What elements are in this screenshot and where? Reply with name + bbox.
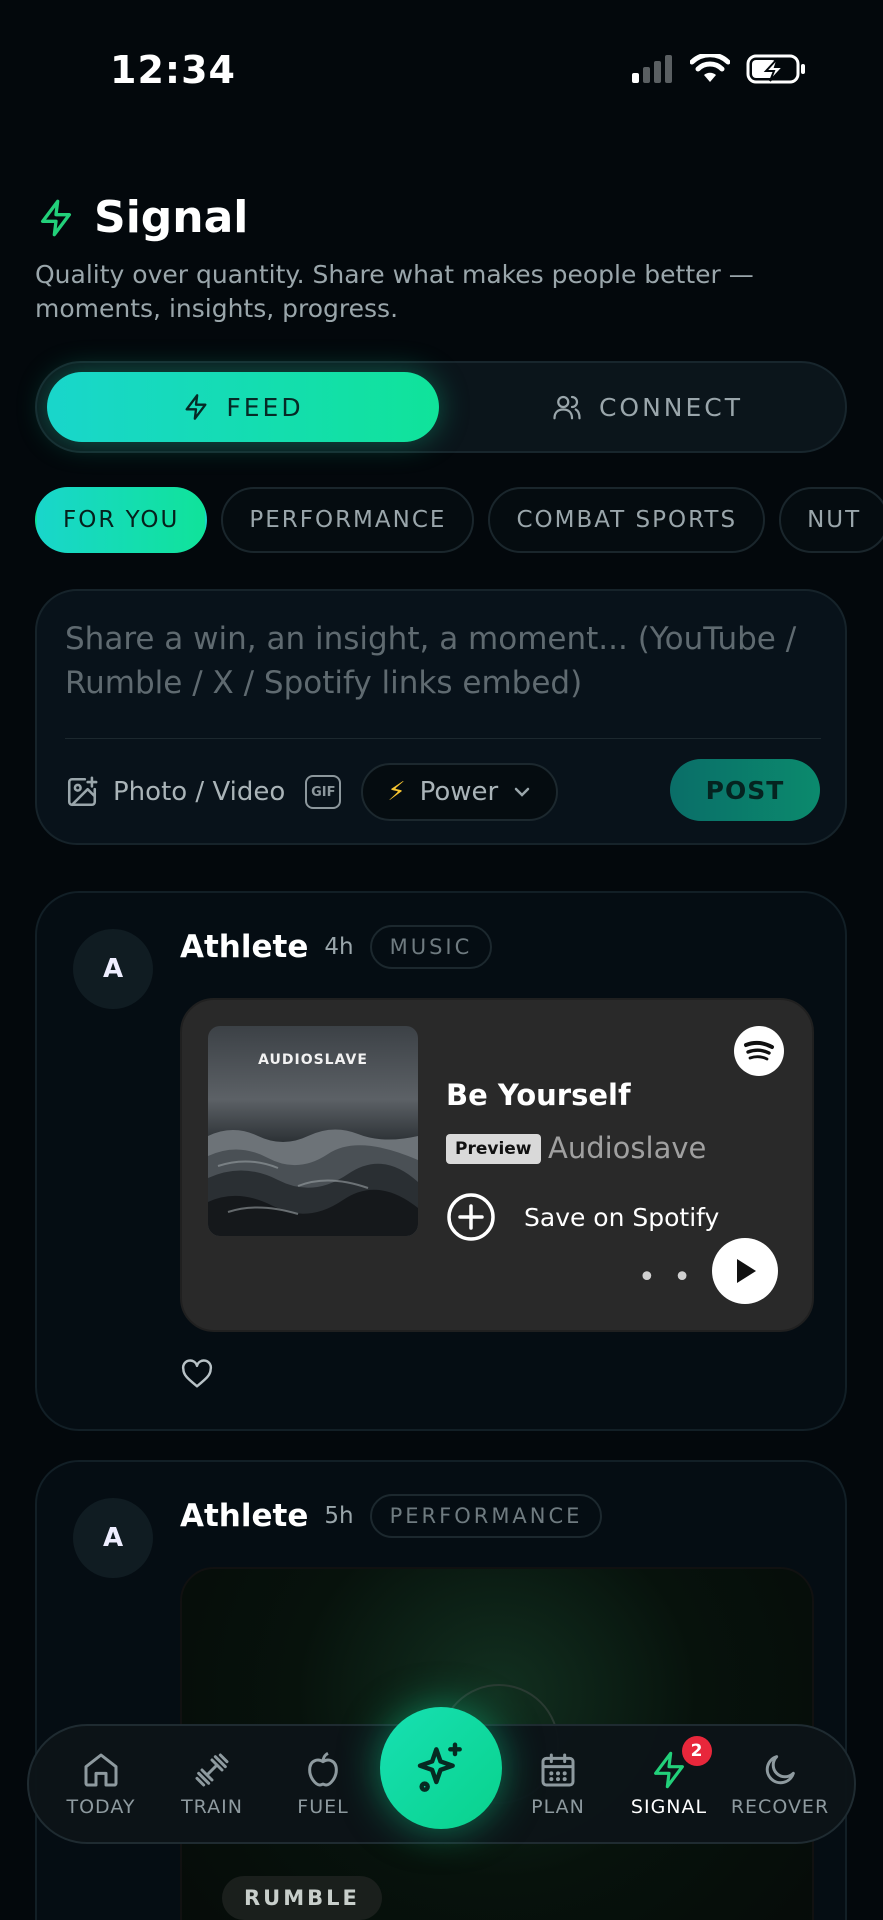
tab-connect[interactable]: CONNECT bbox=[477, 372, 817, 442]
post-tag: PERFORMANCE bbox=[369, 1494, 603, 1538]
bolt-icon bbox=[185, 394, 207, 420]
post-tag: MUSIC bbox=[369, 925, 493, 969]
chip-combat-sports[interactable]: COMBAT SPORTS bbox=[488, 487, 766, 553]
nav-plan-label: PLAN bbox=[531, 1796, 585, 1818]
home-icon bbox=[84, 1753, 118, 1787]
moon-icon bbox=[765, 1755, 795, 1785]
tab-connect-label: CONNECT bbox=[598, 392, 744, 422]
calendar-icon bbox=[541, 1753, 575, 1787]
composer-tools: Photo / Video GIF ⚡ Power bbox=[65, 761, 559, 823]
spotify-embed[interactable]: AUDIOSLAVE Be Yourself Preview Audioslav… bbox=[180, 998, 814, 1332]
chevron-down-icon bbox=[514, 787, 530, 797]
nav-signal-label: SIGNAL bbox=[630, 1796, 708, 1818]
signal-strength-icon bbox=[632, 55, 672, 83]
page-subtitle: Quality over quantity. Share what makes … bbox=[35, 260, 754, 323]
chip-for-you[interactable]: FOR YOU bbox=[35, 487, 208, 553]
play-icon bbox=[737, 1259, 756, 1283]
users-icon bbox=[553, 395, 581, 420]
post-button[interactable]: POST bbox=[670, 759, 820, 821]
avatar[interactable]: A bbox=[73, 1498, 153, 1578]
post-meta: Athlete 4h MUSIC bbox=[180, 925, 493, 969]
post-author[interactable]: Athlete bbox=[180, 1498, 308, 1534]
wifi-icon bbox=[690, 54, 730, 82]
lightning-emoji-icon: ⚡ bbox=[387, 777, 406, 807]
nav-today[interactable]: TODAY bbox=[46, 1724, 156, 1844]
nav-signal[interactable]: SIGNAL 2 bbox=[614, 1724, 724, 1844]
post-composer: Share a win, an insight, a moment... (Yo… bbox=[35, 589, 847, 845]
post-card: A Athlete 4h MUSIC AUDIOSLAVE Be Yoursel… bbox=[35, 891, 847, 1431]
nav-plan[interactable]: PLAN bbox=[503, 1724, 613, 1844]
chip-nutrition[interactable]: NUT bbox=[779, 487, 883, 553]
nav-recover[interactable]: RECOVER bbox=[725, 1724, 835, 1844]
status-time: 12:34 bbox=[110, 48, 236, 92]
feed-connect-toggle: FEED CONNECT bbox=[35, 361, 847, 453]
nav-today-label: TODAY bbox=[66, 1796, 136, 1818]
ocean-waves-image bbox=[208, 1129, 418, 1236]
bolt-icon bbox=[41, 199, 72, 236]
category-chips: FOR YOU PERFORMANCE COMBAT SPORTS NUT bbox=[35, 487, 883, 553]
album-text: AUDIOSLAVE bbox=[258, 1052, 368, 1068]
post-author[interactable]: Athlete bbox=[180, 929, 308, 965]
play-button[interactable] bbox=[712, 1238, 778, 1304]
nav-recover-label: RECOVER bbox=[730, 1796, 830, 1818]
avatar[interactable]: A bbox=[73, 929, 153, 1009]
post-meta: Athlete 5h PERFORMANCE bbox=[180, 1494, 603, 1538]
power-label: Power bbox=[419, 777, 499, 807]
nav-fuel[interactable]: FUEL bbox=[268, 1724, 378, 1844]
rumble-source-badge: RUMBLE bbox=[222, 1876, 382, 1920]
sparkles-icon bbox=[417, 1742, 462, 1792]
notification-badge: 2 bbox=[682, 1736, 712, 1766]
post-card: A Athlete 5h PERFORMANCE RUMBLE bbox=[35, 1460, 847, 1920]
spotify-logo-icon[interactable] bbox=[734, 1026, 784, 1076]
battery-charging-icon bbox=[746, 54, 805, 84]
image-add-icon bbox=[67, 776, 98, 807]
page-header: Signal bbox=[36, 192, 248, 243]
composer-input[interactable]: Share a win, an insight, a moment... (Yo… bbox=[65, 617, 825, 705]
nav-train-label: TRAIN bbox=[181, 1796, 243, 1818]
photo-video-button[interactable]: Photo / Video bbox=[65, 775, 285, 809]
photo-video-label: Photo / Video bbox=[113, 777, 286, 807]
save-on-spotify-label: Save on Spotify bbox=[524, 1202, 720, 1232]
album-art: AUDIOSLAVE bbox=[208, 1026, 418, 1236]
tab-feed-label: FEED bbox=[226, 392, 304, 422]
dumbbell-icon bbox=[195, 1753, 229, 1787]
tab-feed[interactable]: FEED bbox=[47, 372, 439, 442]
song-title: Be Yourself bbox=[446, 1078, 631, 1112]
gif-button[interactable]: GIF bbox=[305, 775, 342, 809]
apple-icon bbox=[308, 1751, 338, 1787]
nav-train[interactable]: TRAIN bbox=[157, 1724, 267, 1844]
nav-fuel-label: FUEL bbox=[297, 1796, 349, 1818]
preview-badge: Preview bbox=[446, 1134, 541, 1164]
chip-performance[interactable]: PERFORMANCE bbox=[221, 487, 475, 553]
post-time: 5h bbox=[324, 1503, 354, 1529]
page-title: Signal bbox=[94, 192, 249, 243]
composer-divider bbox=[65, 738, 821, 739]
plus-circle-icon bbox=[447, 1193, 495, 1241]
ai-sparkle-button[interactable] bbox=[380, 1707, 502, 1829]
status-icons bbox=[630, 54, 806, 84]
artist-name[interactable]: Audioslave bbox=[548, 1131, 706, 1165]
post-time: 4h bbox=[324, 934, 354, 960]
power-dropdown[interactable]: ⚡ Power bbox=[361, 763, 559, 821]
save-on-spotify-button[interactable]: Save on Spotify bbox=[446, 1192, 719, 1242]
heart-icon[interactable] bbox=[180, 1359, 214, 1389]
